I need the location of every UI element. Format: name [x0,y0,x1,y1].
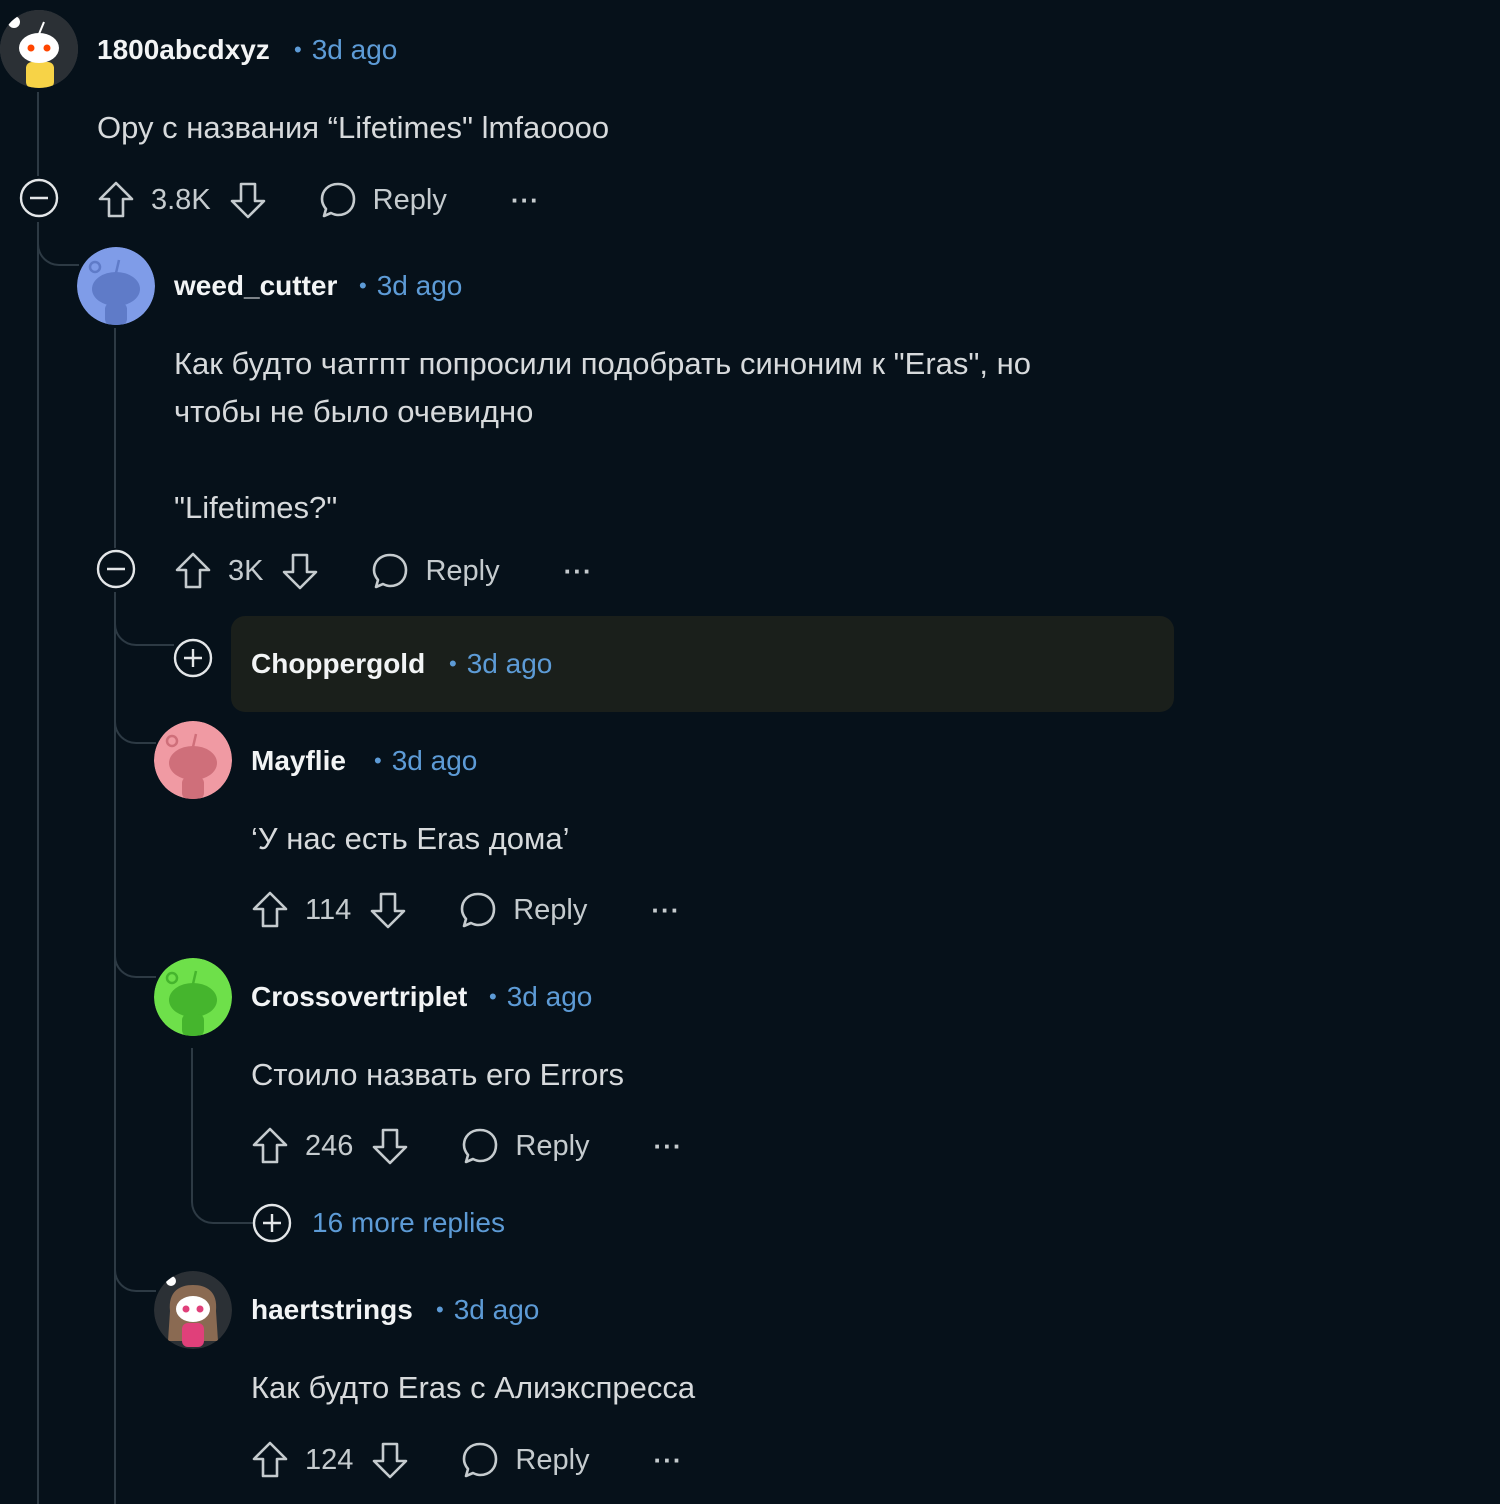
collapse-button[interactable] [96,549,136,589]
downvote-icon [230,182,265,219]
timestamp[interactable]: • 3d ago [436,1294,539,1326]
avatar[interactable] [0,10,78,88]
username[interactable]: haertstrings [251,1294,413,1326]
thread-connector [114,700,156,744]
username[interactable]: weed_cutter [174,270,337,302]
comment-bubble-icon [463,1128,498,1164]
thread-line-root-lower [37,222,39,1504]
upvote-button[interactable] [251,1440,289,1480]
overflow-menu-button[interactable]: ··· [654,1131,683,1162]
expand-button[interactable] [252,1203,292,1243]
vote-score: 114 [305,893,352,926]
thread-connector [114,934,156,978]
comment-actions: 3K Reply ··· [174,545,593,597]
overflow-menu-button[interactable]: ··· [654,1445,683,1476]
comment-body: Как будто чатгпт попросили подобрать син… [174,346,1031,525]
upvote-icon [252,891,288,928]
more-replies-link[interactable]: 16 more replies [312,1207,505,1239]
downvote-icon [373,1128,408,1165]
username[interactable]: 1800abcdxyz [97,34,270,66]
expand-plus-icon [252,1203,292,1243]
comment-body: Стоило назвать его Errors [251,1057,625,1092]
vote-score: 3.8K [151,183,211,216]
username[interactable]: Mayflie [251,745,346,777]
vote-score: 124 [305,1443,354,1476]
overflow-menu-button[interactable]: ··· [651,895,680,926]
timestamp[interactable]: • 3d ago [294,34,397,66]
upvote-button[interactable] [97,180,135,220]
upvote-button[interactable] [251,1126,289,1166]
reply-button[interactable]: Reply [461,1127,590,1165]
upvote-button[interactable] [251,890,289,930]
expand-plus-icon [173,638,213,678]
overflow-menu-button[interactable]: ··· [511,185,540,216]
thread-connector [191,1188,253,1224]
comment-body: ‘У нас есть Eras дома’ [251,821,570,856]
avatar[interactable] [154,1271,232,1349]
comment-bubble-icon [463,1442,498,1478]
avatar[interactable] [154,958,232,1036]
downvote-button[interactable] [369,890,407,930]
reply-button[interactable]: Reply [319,181,447,219]
overflow-menu-button[interactable]: ··· [564,556,593,587]
avatar[interactable] [154,721,232,799]
thread-connector [114,1248,156,1292]
collapse-minus-icon [19,178,59,218]
reply-button[interactable]: Reply [461,1441,590,1479]
timestamp[interactable]: • 3d ago [359,270,462,302]
reply-button[interactable]: Reply [459,891,587,929]
comment-actions: 124 Reply ··· [251,1434,683,1486]
timestamp[interactable]: • 3d ago [449,648,552,680]
thread-line-l2 [114,328,116,548]
comment-actions: 114 Reply ··· [251,884,680,936]
expand-button[interactable] [173,638,213,678]
downvote-button[interactable] [229,180,267,220]
collapse-minus-icon [96,549,136,589]
thread-connector [114,592,174,646]
upvote-icon [252,1127,288,1164]
thread-line-l3 [191,1048,193,1188]
downvote-button[interactable] [281,551,319,591]
collapse-button[interactable] [19,178,59,218]
comment-bubble-icon [320,182,355,218]
vote-score: 3K [228,554,264,587]
username[interactable]: Crossovertriplet [251,981,467,1013]
downvote-icon [370,892,406,929]
vote-score: 246 [305,1129,354,1162]
upvote-icon [175,552,211,589]
timestamp[interactable]: • 3d ago [374,745,477,777]
downvote-icon [373,1442,408,1479]
thread-line-root [37,92,39,176]
timestamp[interactable]: • 3d ago [489,981,592,1013]
comment-body: Ору с названия “Lifetimes" lmfaoooo [97,110,610,145]
comment-bubble-icon [373,553,408,589]
downvote-icon [283,553,318,590]
upvote-icon [252,1441,288,1478]
username[interactable]: Choppergold [251,648,425,680]
upvote-button[interactable] [174,551,212,591]
downvote-button[interactable] [371,1126,409,1166]
comment-actions: 246 Reply ··· [251,1120,683,1172]
reply-button[interactable]: Reply [371,552,500,590]
downvote-button[interactable] [371,1440,409,1480]
comment-body: Как будто Eras с Алиэкспресса [251,1370,696,1405]
thread-connector [37,222,79,266]
comment-actions: 3.8K Reply ··· [97,174,540,226]
upvote-icon [98,181,134,218]
avatar[interactable] [77,247,155,325]
comment-bubble-icon [460,892,496,928]
